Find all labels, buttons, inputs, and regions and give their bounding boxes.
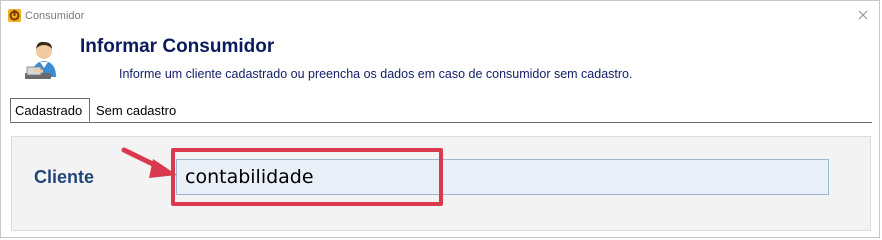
app-logo-icon [8, 9, 21, 22]
window-title: Consumidor [25, 10, 85, 22]
user-at-desk-icon [21, 37, 67, 83]
cliente-label: Cliente [34, 167, 95, 187]
dialog-title: Informar Consumidor [80, 36, 275, 57]
pointer-arrow-icon [121, 147, 177, 178]
dialog-subtitle: Informe um cliente cadastrado ou preench… [119, 67, 633, 81]
tab-sem-cadastro[interactable]: Sem cadastro [92, 99, 180, 121]
close-icon [858, 10, 868, 20]
tab-strip: Cadastrado Sem cadastro [10, 98, 872, 123]
consumidor-window: Consumidor Informar Consumidor Informe u… [0, 0, 880, 238]
title-bar: Consumidor [1, 1, 879, 27]
cliente-input[interactable] [176, 159, 829, 195]
dialog-header: Informar Consumidor Informe um cliente c… [1, 27, 879, 93]
tab-cadastrado[interactable]: Cadastrado [10, 98, 90, 122]
close-button[interactable] [853, 6, 873, 24]
